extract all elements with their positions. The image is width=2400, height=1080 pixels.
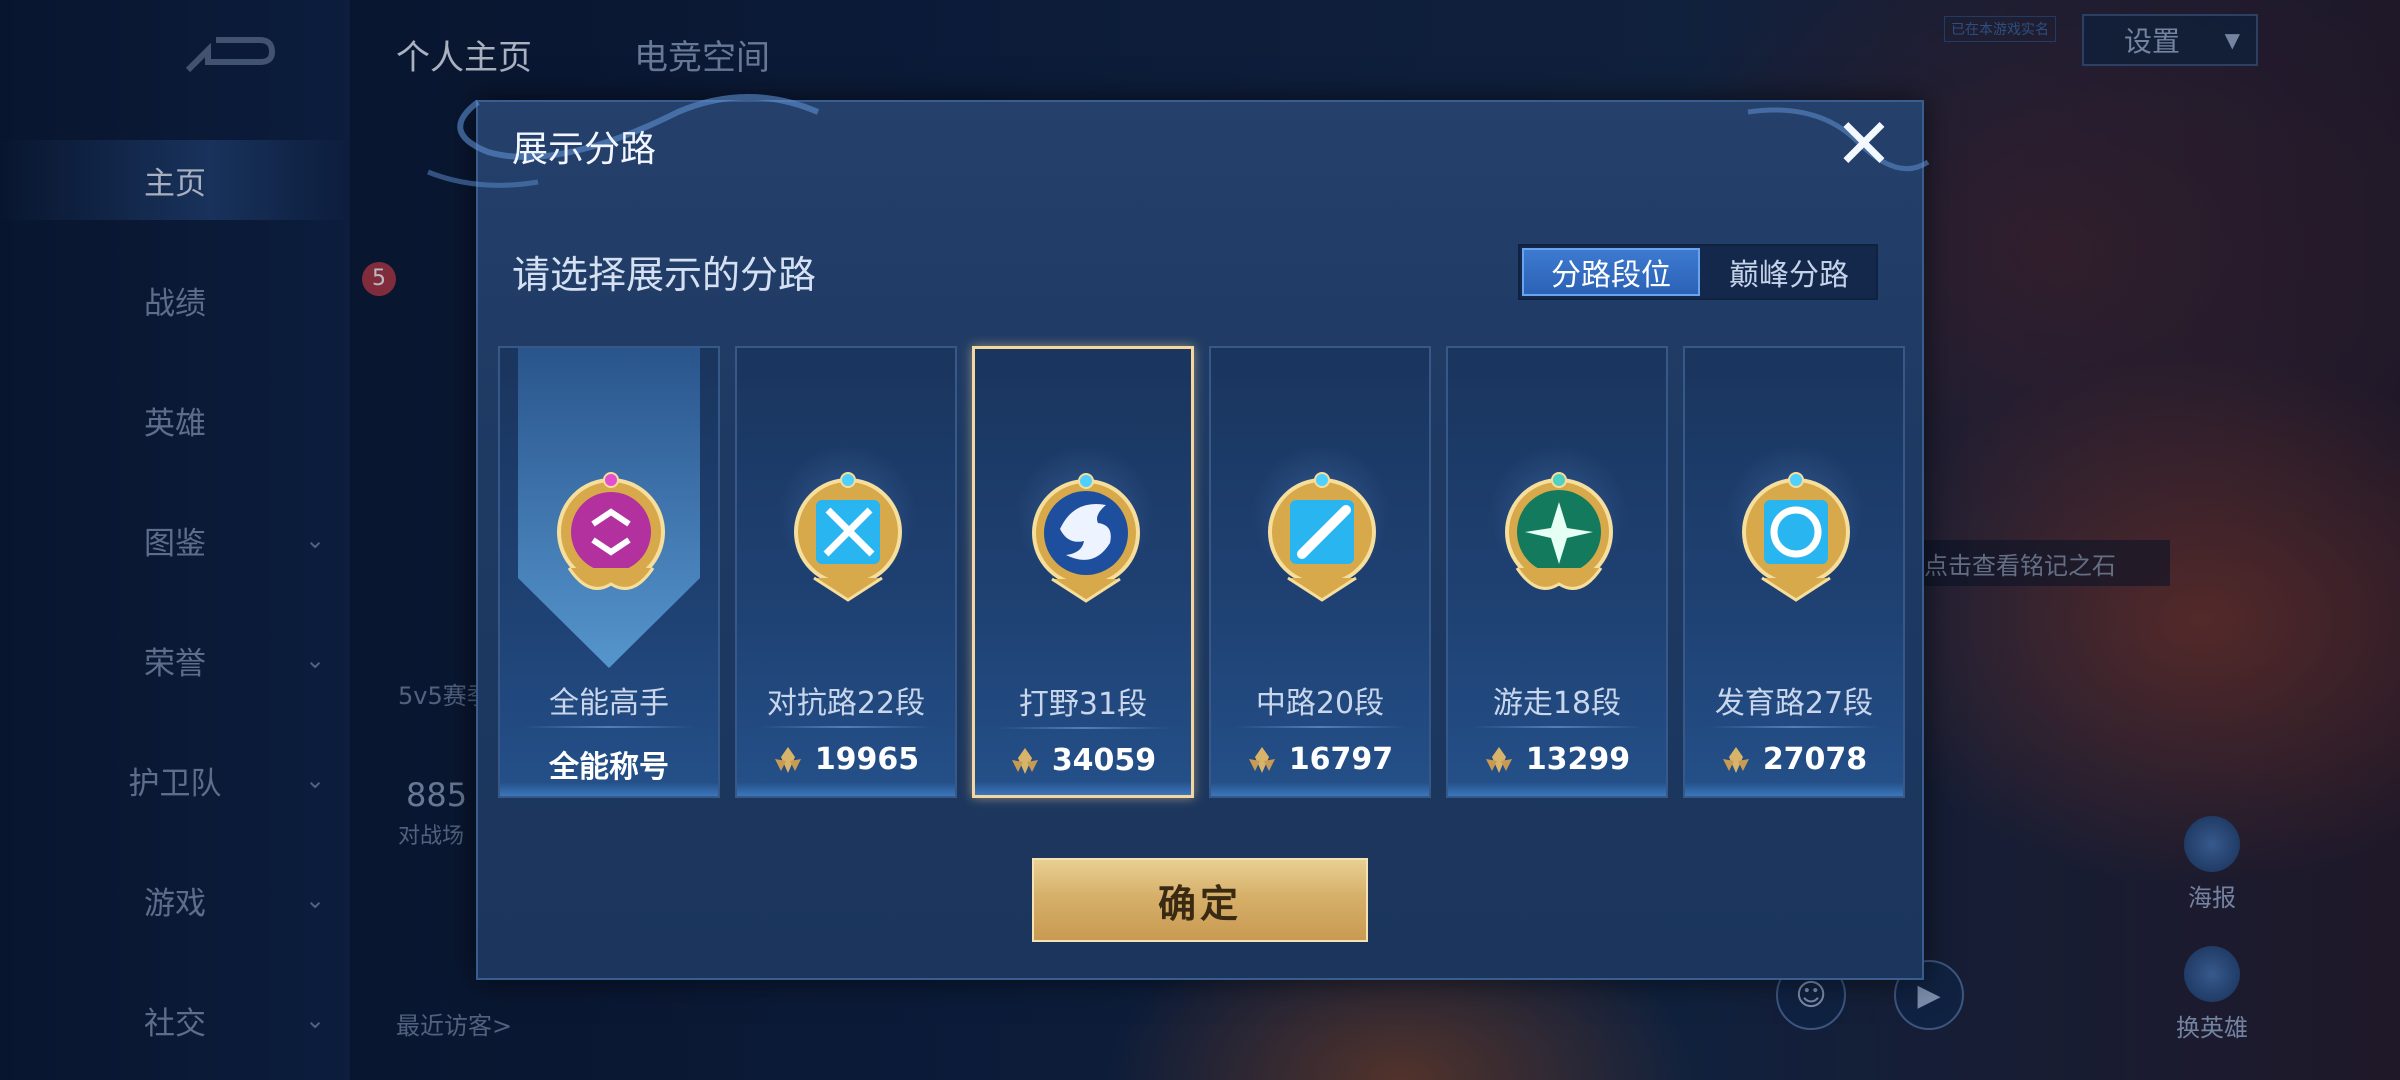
- lane-name: 全能高手: [549, 686, 669, 721]
- lane-value-text: 34059: [1051, 743, 1157, 778]
- card-glow: [975, 781, 1191, 795]
- dialog-subtitle: 请选择展示的分路: [512, 253, 817, 297]
- divider: [1235, 726, 1405, 728]
- lane-value: 全能称号: [500, 742, 718, 786]
- card-glow: [1211, 782, 1429, 796]
- mid-lane-badge-icon: [1268, 472, 1376, 602]
- lane-card-farm[interactable]: 发育路27段 27078: [1683, 346, 1905, 798]
- lane-card-mid[interactable]: 中路20段 16797: [1209, 346, 1431, 798]
- lane-card-roam[interactable]: 游走18段 13299: [1446, 346, 1668, 798]
- lane-name: 游走18段: [1492, 686, 1622, 721]
- lane-name: 发育路27段: [1714, 686, 1874, 721]
- divider: [524, 726, 694, 728]
- lane-card-jungle[interactable]: 打野31段 34059: [972, 346, 1194, 798]
- all-round-badge-icon: [557, 472, 665, 590]
- tab-peak-lane[interactable]: 巅峰分路: [1702, 246, 1876, 298]
- tab-lane-rank[interactable]: 分路段位: [1522, 248, 1700, 296]
- rank-points-icon: [774, 746, 801, 773]
- dialog-title: 展示分路: [512, 129, 657, 170]
- lane-value: 34059: [975, 743, 1191, 778]
- divider: [1709, 726, 1879, 728]
- divider: [999, 727, 1169, 729]
- lane-value-text: 27078: [1762, 742, 1868, 777]
- lane-value-text: 19965: [814, 742, 920, 777]
- rank-points-icon: [1248, 746, 1275, 773]
- card-glow: [1685, 782, 1903, 796]
- lane-value-text: 13299: [1525, 742, 1631, 777]
- rank-points-icon: [1485, 746, 1512, 773]
- lane-value: 16797: [1211, 742, 1429, 777]
- lane-mode-toggle: 分路段位 巅峰分路: [1518, 244, 1878, 300]
- card-glow: [500, 782, 718, 796]
- jungle-badge-icon: [1032, 473, 1140, 603]
- close-button[interactable]: ✕: [1832, 109, 1896, 179]
- lane-card-clash[interactable]: 对抗路22段 19965: [735, 346, 957, 798]
- clash-lane-badge-icon: [794, 472, 902, 602]
- farm-lane-badge-icon: [1742, 472, 1850, 602]
- divider: [1472, 726, 1642, 728]
- roam-badge-icon: [1505, 472, 1613, 590]
- lane-name: 对抗路22段: [766, 686, 926, 721]
- card-glow: [737, 782, 955, 796]
- lane-value-text: 全能称号: [549, 750, 669, 785]
- rank-points-icon: [1011, 747, 1038, 774]
- card-glow: [1448, 782, 1666, 796]
- confirm-button[interactable]: 确定: [1032, 858, 1368, 942]
- divider: [761, 726, 931, 728]
- rank-points-icon: [1722, 746, 1749, 773]
- close-icon: ✕: [1834, 103, 1894, 185]
- lane-name: 中路20段: [1255, 686, 1385, 721]
- lane-value: 13299: [1448, 742, 1666, 777]
- lane-value-text: 16797: [1288, 742, 1394, 777]
- lane-name: 打野31段: [1018, 687, 1148, 722]
- lane-card-all-round[interactable]: 全能高手 全能称号: [498, 346, 720, 798]
- lane-value: 27078: [1685, 742, 1903, 777]
- lane-display-dialog: 展示分路 ✕ 请选择展示的分路 分路段位 巅峰分路 全能高手 全能称号 对抗路2…: [427, 94, 1930, 980]
- lane-value: 19965: [737, 742, 955, 777]
